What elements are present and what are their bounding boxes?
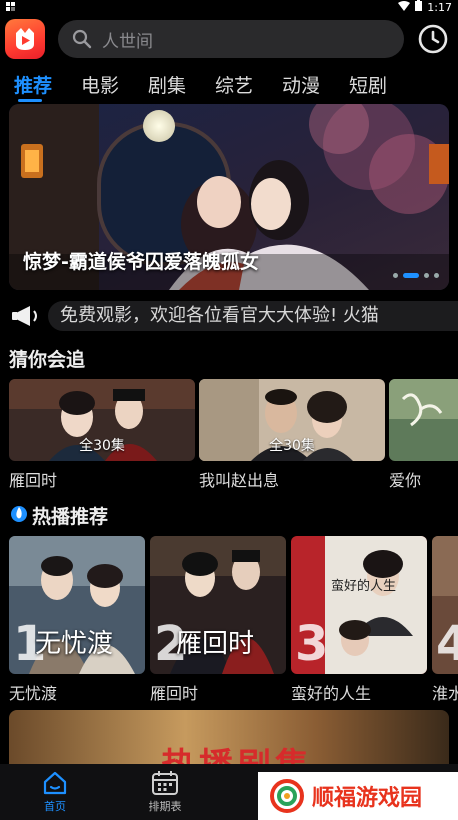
hot-card-title: 雁回时 (150, 684, 199, 703)
carousel-dot[interactable] (393, 273, 398, 278)
watermark: 顺福游戏园 (258, 772, 458, 820)
calendar-icon (152, 771, 178, 795)
hot-card[interactable]: 2 雁回时 雁回时 (150, 536, 286, 704)
history-clock-icon[interactable] (417, 23, 449, 55)
status-bar: 1:17 (0, 0, 458, 14)
hot-card-title: 无忧渡 (9, 684, 58, 703)
poster-image: 1 无忧渡 (9, 536, 145, 674)
carousel-dot[interactable] (424, 273, 429, 278)
poster-title-text: 无忧渡 (35, 629, 114, 659)
rank-number: 4 (436, 616, 458, 672)
poster-image: 全30集 (9, 379, 195, 461)
guess-card-title: 爱你 (389, 471, 422, 490)
battery-icon (415, 0, 423, 14)
rank-number: 3 (295, 616, 329, 672)
tab-recommend[interactable]: 推荐 (14, 71, 81, 98)
promo-banner[interactable]: 热播剧集 (9, 710, 449, 764)
watermark-text: 顺福游戏园 (312, 786, 423, 811)
hero-banner[interactable]: 惊梦-霸道侯爷囚爱落魄孤女 (9, 104, 449, 290)
signal-icon (6, 1, 16, 14)
promo-text: 热播剧集 (161, 738, 313, 764)
guess-card[interactable]: 爱你 (389, 379, 458, 491)
poster-title-text: 雁回时 (176, 629, 255, 659)
poster-image: 全30集 (199, 379, 385, 461)
status-time: 1:17 (427, 0, 452, 14)
poster-image: 3 蛮好的人生 (291, 536, 427, 674)
poster-title-text: 蛮好的人生 (331, 579, 397, 594)
carousel-indicator (393, 273, 439, 278)
category-tabs: 推荐 电影 剧集 综艺 动漫 短剧 (0, 66, 458, 102)
nav-home[interactable]: 首页 (0, 764, 110, 820)
search-placeholder: 人世间 (102, 31, 153, 52)
poster-image: 2 雁回时 (150, 536, 286, 674)
hot-card-title: 淮水 (432, 684, 458, 703)
tab-series[interactable]: 剧集 (148, 71, 215, 98)
hot-card[interactable]: 1 无忧渡 无忧渡 (9, 536, 145, 704)
hot-flame-icon (11, 506, 27, 522)
active-tab-indicator (18, 99, 42, 102)
hot-card[interactable]: 3 蛮好的人生 蛮好的人生 (291, 536, 427, 704)
guess-card-title: 我叫赵出息 (199, 471, 280, 490)
banner-title: 惊梦-霸道侯爷囚爱落魄孤女 (23, 251, 259, 273)
poster-image (389, 379, 458, 461)
hot-card[interactable]: 4 淮水 (432, 536, 458, 704)
tab-movie[interactable]: 电影 (81, 71, 148, 98)
nav-schedule[interactable]: 排期表 (110, 764, 220, 820)
search-input[interactable]: 人世间 (58, 20, 404, 58)
hot-card-title: 蛮好的人生 (291, 684, 372, 703)
tab-anime[interactable]: 动漫 (282, 71, 349, 98)
notice-text: 免费观影，欢迎各位看官大大体验! 火猫 (48, 301, 458, 331)
guess-card[interactable]: 全30集 雁回时 (9, 379, 195, 491)
tab-variety[interactable]: 综艺 (215, 71, 282, 98)
guess-card-title: 雁回时 (9, 471, 58, 490)
home-icon (43, 771, 67, 795)
guess-card[interactable]: 全30集 我叫赵出息 (199, 379, 385, 491)
notice-bar: 免费观影，欢迎各位看官大大体验! 火猫 (10, 300, 458, 332)
app-logo-icon[interactable] (5, 19, 45, 59)
poster-image: 4 (432, 536, 458, 674)
hot-section-title: 热播推荐 (32, 506, 109, 528)
episode-count: 全30集 (269, 438, 315, 454)
nav-home-label: 首页 (44, 800, 66, 813)
wifi-icon (398, 0, 411, 14)
top-bar: 人世间 (0, 16, 458, 62)
watermark-logo-icon (270, 779, 304, 813)
carousel-dot-active[interactable] (403, 273, 419, 278)
search-icon (72, 29, 92, 49)
episode-count: 全30集 (79, 438, 125, 454)
carousel-dot[interactable] (434, 273, 439, 278)
tab-short-drama[interactable]: 短剧 (349, 71, 416, 98)
nav-schedule-label: 排期表 (148, 800, 182, 813)
guess-section-title: 猜你会追 (9, 349, 86, 371)
megaphone-icon (12, 306, 37, 326)
